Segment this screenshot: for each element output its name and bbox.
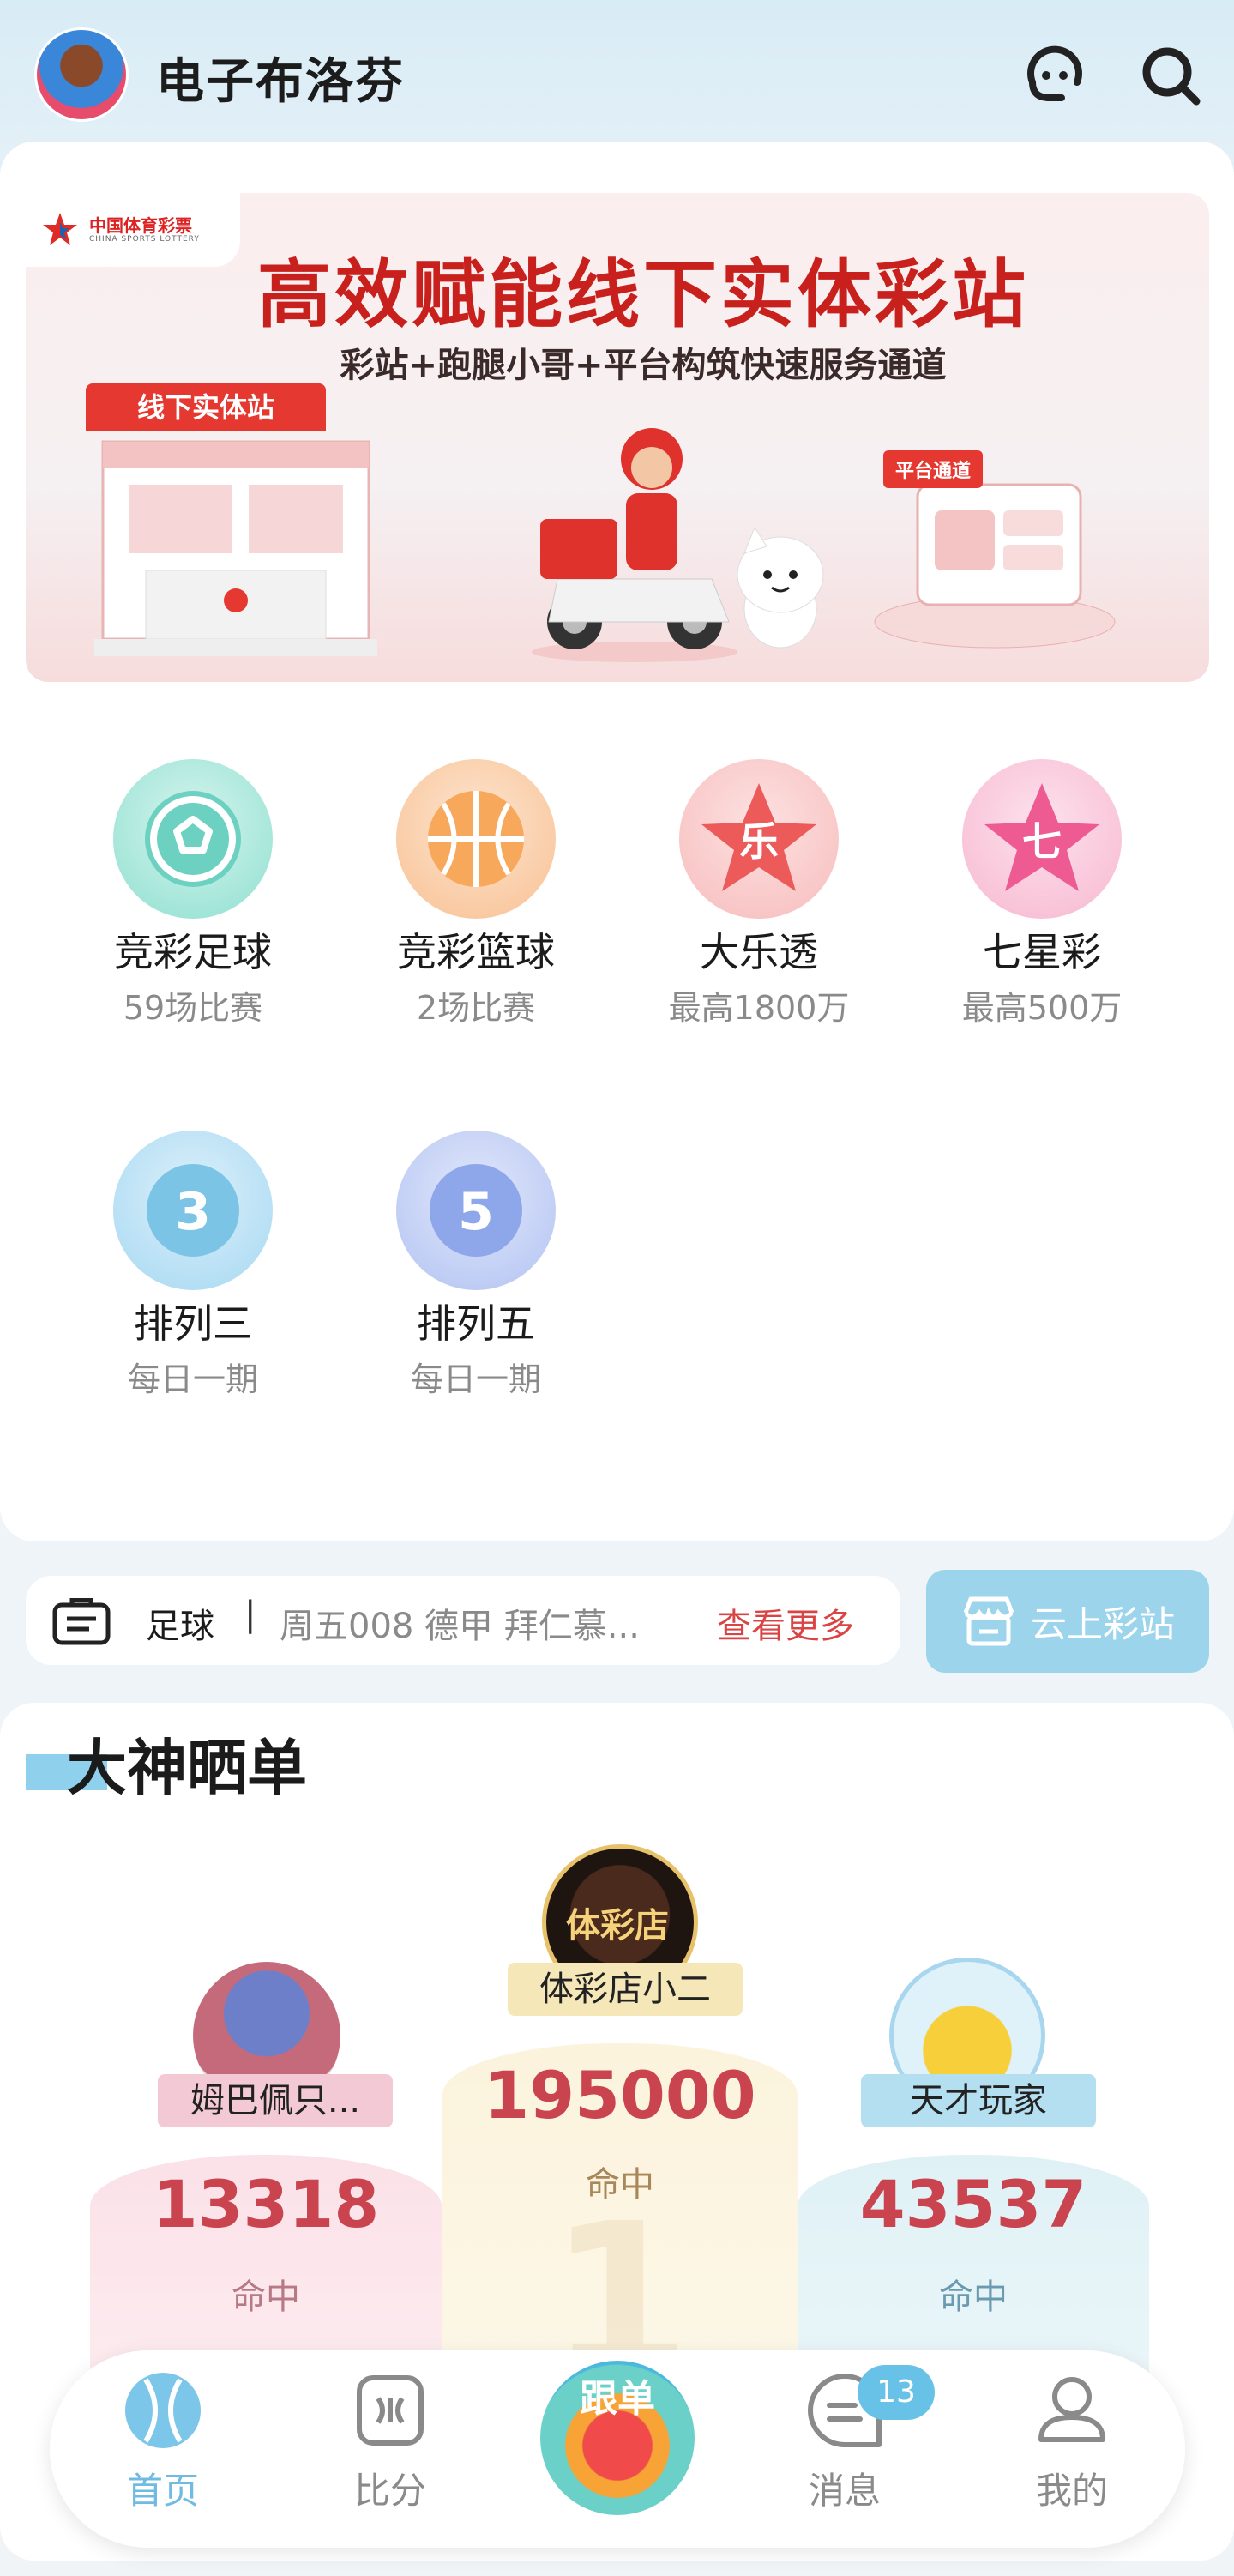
notice-text: 周五008 德甲 拜仁慕... (280, 1607, 640, 1646)
banner-title: 高效赋能线下实体彩站 (257, 252, 1029, 338)
delivery-rider-illustration (532, 428, 737, 662)
user-icon (1038, 2377, 1105, 2442)
tab-score[interactable]: 比分 (313, 2368, 467, 2514)
game-name: 大乐透 (700, 929, 818, 975)
mascot-illustration (737, 528, 824, 649)
view-more-link[interactable]: 查看更多 (717, 1598, 854, 1648)
tab-label: 消息 (808, 2470, 881, 2512)
game-name: 排列三 (134, 1300, 252, 1347)
game-meta: 最高500万 (961, 989, 1123, 1028)
hit-label: 命中 (586, 2165, 654, 2205)
avatar-label: 体彩店 (566, 1906, 669, 1946)
game-jingcai-football[interactable]: 竞彩足球 59场比赛 (64, 759, 322, 1029)
tab-mine[interactable]: 我的 (995, 2368, 1149, 2514)
winner-name-first[interactable]: 体彩店小二 (508, 1963, 743, 2016)
game-pailie5[interactable]: 5 排列五 每日一期 (347, 1131, 605, 1400)
app-title: 电子布洛芬 (156, 54, 405, 110)
notice-separator: | (244, 1595, 256, 1634)
game-name: 七星彩 (983, 929, 1101, 975)
tab-follow[interactable]: 跟单 (540, 2368, 695, 2422)
hit-label: 命中 (939, 2277, 1008, 2317)
score-icon (357, 2375, 424, 2446)
game-qixingcai[interactable]: 七 七星彩 最高500万 (913, 759, 1171, 1029)
tab-label: 首页 (126, 2470, 199, 2512)
match-notice-bar[interactable]: 足球 | 周五008 德甲 拜仁慕... 查看更多 (26, 1576, 900, 1665)
winner-amount-second: 13318 (152, 2166, 380, 2242)
svg-text:3: 3 (175, 1182, 211, 1242)
football-icon (113, 759, 273, 919)
cloud-station-button[interactable]: 云上彩站 (926, 1570, 1209, 1673)
game-meta: 每日一期 (410, 1360, 541, 1399)
ranking-title: 大神晒单 (67, 1733, 307, 1803)
game-pailie3[interactable]: 3 排列三 每日一期 (64, 1131, 322, 1400)
tab-home[interactable]: 首页 (86, 2368, 240, 2514)
game-jingcai-basketball[interactable]: 竞彩篮球 2场比赛 (347, 759, 605, 1029)
platform-label: 平台通道 (883, 450, 984, 488)
bot-icon[interactable] (1020, 41, 1089, 110)
search-icon[interactable] (1136, 41, 1205, 110)
svg-text:七: 七 (1022, 818, 1062, 865)
game-name: 竞彩足球 (114, 929, 272, 975)
store-icon (963, 1596, 1014, 1646)
game-meta: 2场比赛 (416, 989, 536, 1028)
winner-name-third[interactable]: 天才玩家 (861, 2074, 1096, 2127)
winner-amount-third: 43537 (859, 2166, 1087, 2242)
banner-subtitle: 彩站+跑腿小哥+平台构筑快速服务通道 (340, 346, 947, 385)
star-seven-icon: 七 (962, 759, 1122, 919)
promo-banner[interactable]: 中国体育彩票 CHINA SPORTS LOTTERY 高效赋能线下实体彩站 彩… (26, 193, 1209, 682)
home-ball-icon (125, 2373, 201, 2448)
game-meta: 59场比赛 (123, 989, 263, 1028)
pl3-icon: 3 (113, 1131, 273, 1290)
svg-text:乐: 乐 (739, 818, 779, 865)
tab-label: 比分 (353, 2470, 426, 2512)
hit-label: 命中 (232, 2277, 300, 2317)
game-daletou[interactable]: 乐 大乐透 最高1800万 (630, 759, 888, 1029)
avatar[interactable] (34, 27, 129, 122)
clipboard-icon (52, 1598, 111, 1645)
game-meta: 最高1800万 (668, 989, 850, 1028)
star-le-icon: 乐 (679, 759, 839, 919)
game-name: 竞彩篮球 (397, 929, 555, 975)
basketball-icon (396, 759, 556, 919)
winner-name-second[interactable]: 姆巴佩只... (158, 2074, 393, 2127)
message-count-badge: 13 (858, 2365, 935, 2420)
winner-amount-first: 195000 (484, 2057, 756, 2133)
game-meta: 每日一期 (127, 1360, 258, 1399)
cloud-station-label: 云上彩站 (1030, 1602, 1175, 1645)
svg-text:5: 5 (458, 1182, 494, 1242)
tab-label: 我的 (1035, 2470, 1108, 2512)
notice-sport: 足球 (146, 1607, 214, 1646)
lottery-logo-text: 中国体育彩票 (89, 215, 192, 236)
pl5-icon: 5 (396, 1131, 556, 1290)
kiosk-sign: 线下实体站 (86, 383, 326, 431)
game-name: 排列五 (417, 1300, 535, 1347)
